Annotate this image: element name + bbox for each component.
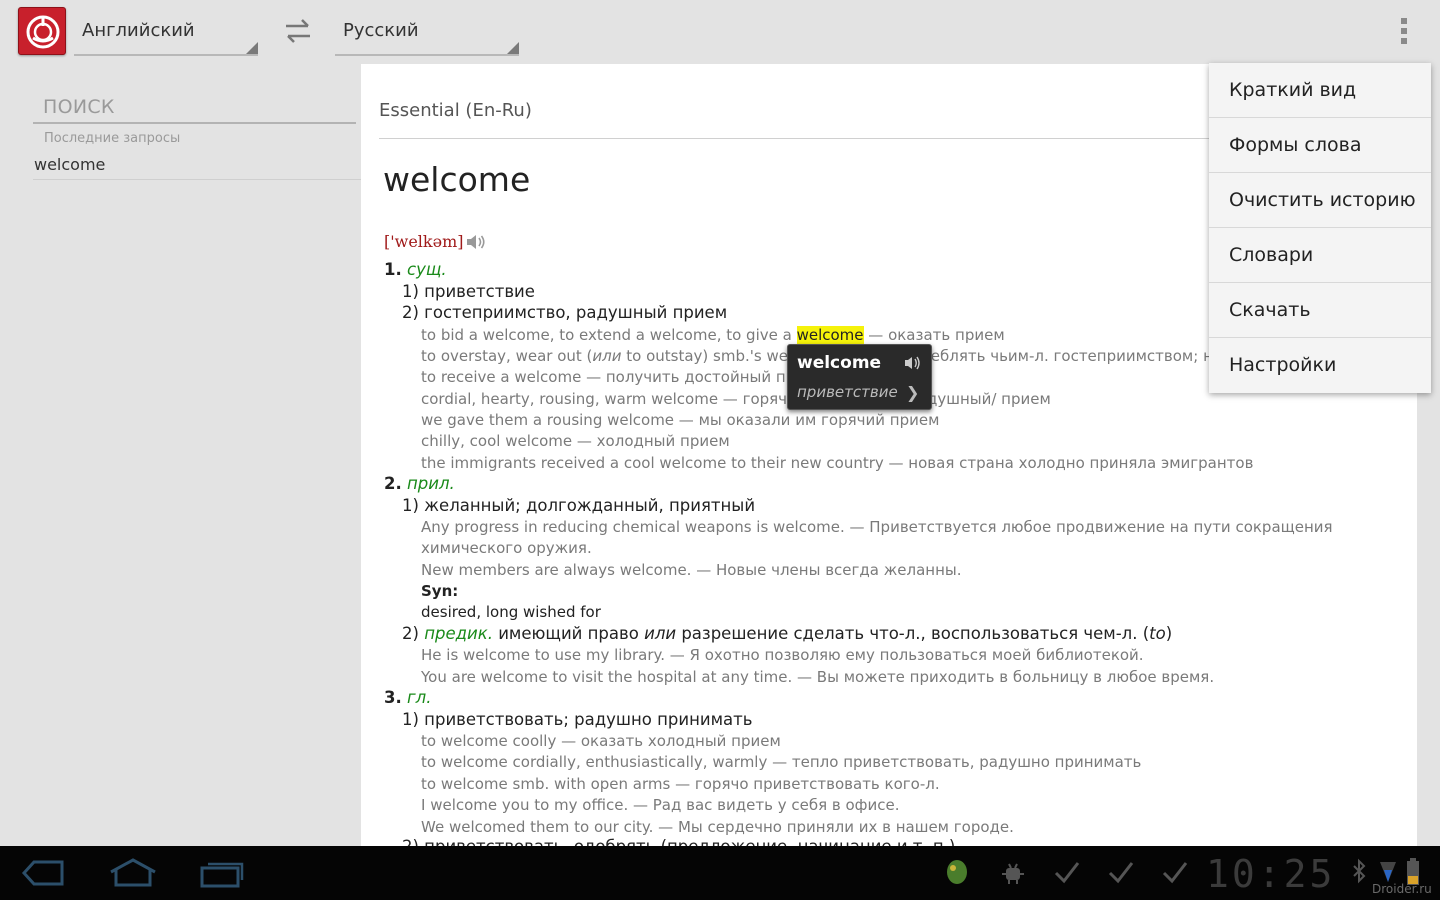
target-language-select[interactable]: Русский bbox=[335, 10, 519, 56]
menu-item-brief-view[interactable]: Краткий вид bbox=[1209, 63, 1431, 118]
translation-line: 1) приветствие bbox=[402, 282, 535, 301]
pronounce-speaker-icon[interactable] bbox=[465, 232, 487, 256]
example-line: the immigrants received a cool welcome t… bbox=[421, 454, 1254, 472]
back-icon[interactable] bbox=[20, 858, 66, 892]
sense-2-header: 2. прил. bbox=[384, 474, 455, 493]
translation-text: ) bbox=[1165, 624, 1173, 643]
bluetooth-icon bbox=[1352, 858, 1366, 890]
menu-item-label: Краткий вид bbox=[1229, 79, 1357, 101]
menu-item-word-forms[interactable]: Формы слова bbox=[1209, 118, 1431, 173]
synonyms-label: Syn: bbox=[421, 582, 459, 600]
example-text: — оказать прием bbox=[863, 326, 1005, 344]
source-language-label: Английский bbox=[82, 20, 195, 41]
sense-number: 1. bbox=[384, 260, 402, 279]
sense-1-header: 1. сущ. bbox=[384, 260, 447, 279]
search-input[interactable]: ПОИСК bbox=[33, 88, 356, 124]
popup-translation: приветствие bbox=[797, 383, 898, 401]
example-text: to overstay, wear out ( bbox=[421, 347, 593, 365]
overflow-menu-icon[interactable] bbox=[1396, 16, 1412, 48]
recent-query-label: welcome bbox=[34, 155, 106, 174]
overflow-menu: Краткий вид Формы слова Очистить историю… bbox=[1209, 63, 1431, 393]
translation-line: 2) гостеприимство, радушный прием bbox=[402, 303, 728, 322]
quick-translation-popup[interactable]: welcome приветствие ❯ bbox=[787, 344, 932, 410]
chevron-right-icon[interactable]: ❯ bbox=[906, 383, 919, 402]
translation-text: имеющий право bbox=[492, 624, 645, 643]
dropdown-triangle-icon bbox=[246, 42, 258, 54]
example-line: He is welcome to use my library. — Я охо… bbox=[421, 646, 1144, 664]
source-language-select[interactable]: Английский bbox=[74, 10, 258, 56]
example-line: to welcome coolly — оказать холодный при… bbox=[421, 732, 781, 750]
menu-item-label: Очистить историю bbox=[1229, 189, 1416, 211]
dropdown-triangle-icon bbox=[507, 42, 519, 54]
part-of-speech: сущ. bbox=[407, 260, 447, 279]
translation-line: 1) приветствовать; радушно принимать bbox=[402, 710, 753, 729]
popup-speaker-icon[interactable] bbox=[904, 355, 922, 375]
menu-item-settings[interactable]: Настройки bbox=[1209, 338, 1431, 393]
menu-item-clear-history[interactable]: Очистить историю bbox=[1209, 173, 1431, 228]
menu-item-label: Настройки bbox=[1229, 354, 1337, 376]
translation-line: 2) приветствовать, одобрять (предложение… bbox=[402, 837, 955, 846]
sense-number: 2. bbox=[384, 474, 402, 493]
headword: welcome bbox=[383, 160, 531, 199]
swap-languages-icon[interactable] bbox=[280, 16, 316, 48]
recent-query-item[interactable]: welcome bbox=[33, 150, 361, 180]
part-of-speech: прил. bbox=[407, 474, 455, 493]
example-line: to welcome smb. with open arms — горячо … bbox=[421, 775, 940, 793]
watermark: Droider.ru bbox=[1372, 882, 1432, 896]
menu-item-dictionaries[interactable]: Словари bbox=[1209, 228, 1431, 283]
translation-text: или bbox=[644, 624, 677, 643]
example-line: we gave them a rousing welcome — мы оказ… bbox=[421, 411, 940, 429]
sense-3-header: 3. гл. bbox=[384, 688, 431, 707]
part-of-speech: гл. bbox=[407, 688, 432, 707]
clock[interactable]: 10:25 bbox=[1206, 852, 1335, 896]
example-text: to bid a welcome, to extend a welcome, t… bbox=[421, 326, 797, 344]
check-icon[interactable] bbox=[1052, 858, 1082, 892]
example-line: New members are always welcome. — Новые … bbox=[421, 561, 962, 579]
target-language-label: Русский bbox=[343, 20, 419, 41]
highlighted-word[interactable]: welcome bbox=[796, 326, 864, 344]
translation-line: 1) желанный; долгожданный, приятный bbox=[402, 496, 756, 515]
check-icon[interactable] bbox=[1160, 858, 1190, 892]
usb-debug-icon[interactable] bbox=[998, 858, 1028, 892]
part-of-speech: предик. bbox=[424, 624, 493, 643]
example-line: to receive a welcome — получить достойны… bbox=[421, 368, 826, 386]
example-line: to welcome cordially, enthusiastically, … bbox=[421, 753, 1142, 771]
menu-item-label: Формы слова bbox=[1229, 134, 1362, 156]
example-line: chilly, cool welcome — холодный прием bbox=[421, 432, 730, 450]
example-line: Any progress in reducing chemical weapon… bbox=[421, 518, 1333, 536]
recent-queries-title: Последние запросы bbox=[44, 131, 181, 146]
sub-number: 2) bbox=[402, 624, 425, 643]
example-line: химического оружия. bbox=[421, 539, 592, 557]
popup-word: welcome bbox=[797, 353, 882, 373]
sense-number: 3. bbox=[384, 688, 402, 707]
example-line: to bid a welcome, to extend a welcome, t… bbox=[421, 326, 1005, 344]
transcription: ['welkəm] bbox=[384, 232, 464, 251]
example-line: cordial, hearty, rousing, warm welcome —… bbox=[421, 390, 1051, 408]
synonyms-text: desired, long wished for bbox=[421, 603, 601, 621]
app-notification-icon[interactable] bbox=[944, 858, 970, 892]
home-icon[interactable] bbox=[108, 858, 158, 892]
example-line: You are welcome to visit the hospital at… bbox=[421, 668, 1215, 686]
menu-item-label: Скачать bbox=[1229, 299, 1311, 321]
system-navigation-bar: 10:25 Droider.ru bbox=[0, 846, 1440, 900]
recent-apps-icon[interactable] bbox=[198, 858, 246, 892]
menu-item-label: Словари bbox=[1229, 244, 1314, 266]
example-line: We welcomed them to our city. — Мы серде… bbox=[421, 818, 1014, 836]
example-text: to outstay) smb.'s welcome — злоупотребл… bbox=[621, 347, 1277, 365]
translation-text: to bbox=[1149, 624, 1166, 643]
action-bar: Английский Русский bbox=[0, 0, 1440, 64]
check-icon[interactable] bbox=[1106, 858, 1136, 892]
search-placeholder: ПОИСК bbox=[43, 96, 115, 118]
translation-text: разрешение сделать что-л., воспользовать… bbox=[676, 624, 1150, 643]
app-logo-icon[interactable] bbox=[18, 7, 66, 55]
menu-item-download[interactable]: Скачать bbox=[1209, 283, 1431, 338]
example-text: или bbox=[592, 347, 622, 365]
dictionary-name: Essential (En-Ru) bbox=[379, 100, 532, 121]
example-line: I welcome you to my office. — Рад вас ви… bbox=[421, 796, 900, 814]
translation-line: 2) предик. имеющий право или разрешение … bbox=[402, 624, 1172, 643]
